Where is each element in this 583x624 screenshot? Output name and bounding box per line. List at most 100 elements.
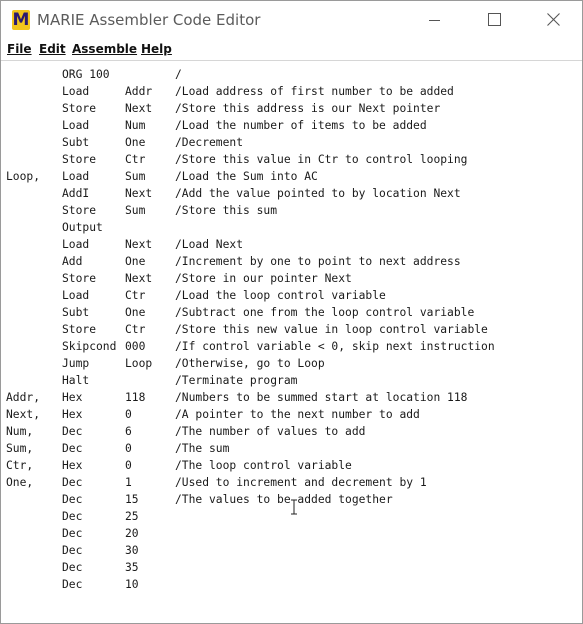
close-button[interactable] bbox=[531, 1, 577, 38]
text-cursor-icon bbox=[291, 499, 297, 515]
code-opcode: Dec bbox=[62, 493, 83, 506]
close-icon bbox=[547, 13, 560, 26]
menu-assemble[interactable]: Assemble bbox=[72, 41, 137, 57]
code-operand: Loop bbox=[125, 357, 153, 370]
menu-file[interactable]: File bbox=[7, 41, 32, 57]
code-label: Sum, bbox=[6, 442, 34, 455]
code-operand: Addr bbox=[125, 85, 153, 98]
code-comment: /Otherwise, go to Loop bbox=[175, 357, 325, 370]
code-label: Loop, bbox=[6, 170, 41, 183]
code-operand: 6 bbox=[125, 425, 132, 438]
code-opcode: Load bbox=[62, 238, 90, 251]
code-comment: /Decrement bbox=[175, 136, 244, 149]
window-title: MARIE Assembler Code Editor bbox=[37, 11, 261, 29]
code-editor[interactable]: ORG 100 / Load Addr/Load address of first n… bbox=[2, 62, 580, 622]
code-operand: Num bbox=[125, 119, 146, 132]
code-opcode: Hex bbox=[62, 408, 83, 421]
code-operand: 0 bbox=[125, 408, 132, 421]
code-opcode: Dec bbox=[62, 425, 83, 438]
code-operand: 25 bbox=[125, 510, 139, 523]
code-comment: /Numbers to be summed start at location … bbox=[175, 391, 468, 404]
code-opcode: Hex bbox=[62, 459, 83, 472]
menu-file-label: File bbox=[7, 42, 32, 56]
code-comment: /A pointer to the next number to add bbox=[175, 408, 420, 421]
code-operand: Next bbox=[125, 272, 153, 285]
code-comment: /Store this new value in loop control va… bbox=[175, 323, 488, 336]
menu-edit[interactable]: Edit bbox=[39, 41, 66, 57]
code-comment: /The loop control variable bbox=[175, 459, 352, 472]
code-label: Num, bbox=[6, 425, 34, 438]
code-opcode: Subt bbox=[62, 136, 90, 149]
code-opcode: Dec bbox=[62, 527, 83, 540]
code-comment: /Store this address is our Next pointer bbox=[175, 102, 441, 115]
code-comment: /Load the number of items to be added bbox=[175, 119, 427, 132]
code-operand: Sum bbox=[125, 170, 146, 183]
code-operand: Next bbox=[125, 187, 153, 200]
editor-window: M MARIE Assembler Code Editor File Edit … bbox=[0, 0, 583, 624]
code-label: One, bbox=[6, 476, 34, 489]
code-operand: Ctr bbox=[125, 153, 146, 166]
maximize-button[interactable] bbox=[471, 1, 517, 38]
code-operand: Next bbox=[125, 238, 153, 251]
code-operand: 1 bbox=[125, 476, 132, 489]
code-opcode: Dec bbox=[62, 578, 83, 591]
code-opcode: Subt bbox=[62, 306, 90, 319]
code-opcode: AddI bbox=[62, 187, 90, 200]
code-opcode: Load bbox=[62, 170, 90, 183]
code-comment: /Load the loop control variable bbox=[175, 289, 386, 302]
code-operand: 35 bbox=[125, 561, 139, 574]
code-opcode: Store bbox=[62, 204, 97, 217]
code-operand: 000 bbox=[125, 340, 146, 353]
code-operand: 0 bbox=[125, 459, 132, 472]
code-comment: /The sum bbox=[175, 442, 230, 455]
code-comment: /Terminate program bbox=[175, 374, 298, 387]
code-opcode: Store bbox=[62, 323, 97, 336]
code-opcode: Halt bbox=[62, 374, 90, 387]
code-operand: 118 bbox=[125, 391, 146, 404]
code-opcode: Load bbox=[62, 289, 90, 302]
title-bar[interactable]: M MARIE Assembler Code Editor bbox=[1, 1, 582, 38]
maximize-icon bbox=[488, 13, 501, 26]
menu-help[interactable]: Help bbox=[141, 41, 172, 57]
code-opcode: Dec bbox=[62, 561, 83, 574]
code-label: Ctr, bbox=[6, 459, 34, 472]
code-comment: /The values to be added together bbox=[175, 493, 393, 506]
code-opcode: Dec bbox=[62, 476, 83, 489]
menu-bar: File Edit Assemble Help bbox=[1, 38, 582, 61]
menu-help-label: Help bbox=[141, 42, 172, 56]
code-comment: /Add the value pointed to by location Ne… bbox=[175, 187, 461, 200]
code-label: Addr, bbox=[6, 391, 41, 404]
code-opcode: Add bbox=[62, 255, 83, 268]
code-opcode: Load bbox=[62, 85, 90, 98]
code-label: Next, bbox=[6, 408, 41, 421]
code-comment: /If control variable < 0, skip next inst… bbox=[175, 340, 495, 353]
code-opcode: Store bbox=[62, 153, 97, 166]
code-operand: One bbox=[125, 136, 146, 149]
code-opcode: Hex bbox=[62, 391, 83, 404]
code-operand: One bbox=[125, 255, 146, 268]
code-operand: Ctr bbox=[125, 289, 146, 302]
marie-app-icon: M bbox=[12, 10, 30, 30]
code-comment: /Load the Sum into AC bbox=[175, 170, 318, 183]
menu-edit-label: Edit bbox=[39, 42, 66, 56]
code-opcode: Store bbox=[62, 102, 97, 115]
code-operand: One bbox=[125, 306, 146, 319]
code-comment: /The number of values to add bbox=[175, 425, 366, 438]
minimize-icon bbox=[429, 20, 440, 21]
code-opcode: Jump bbox=[62, 357, 90, 370]
code-comment: /Store this sum bbox=[175, 204, 278, 217]
code-opcode: Load bbox=[62, 119, 90, 132]
code-operand: 15 bbox=[125, 493, 139, 506]
code-opcode: Dec bbox=[62, 544, 83, 557]
code-operand: 0 bbox=[125, 442, 132, 455]
code-comment: /Subtract one from the loop control vari… bbox=[175, 306, 475, 319]
code-comment: /Load address of first number to be adde… bbox=[175, 85, 454, 98]
code-operand: Sum bbox=[125, 204, 146, 217]
code-comment: /Load Next bbox=[175, 238, 244, 251]
menu-assemble-label: Assemble bbox=[72, 42, 138, 56]
code-opcode: Dec bbox=[62, 510, 83, 523]
code-operand: 20 bbox=[125, 527, 139, 540]
code-comment: / bbox=[175, 68, 182, 81]
code-operand: Ctr bbox=[125, 323, 146, 336]
minimize-button[interactable] bbox=[411, 1, 457, 38]
